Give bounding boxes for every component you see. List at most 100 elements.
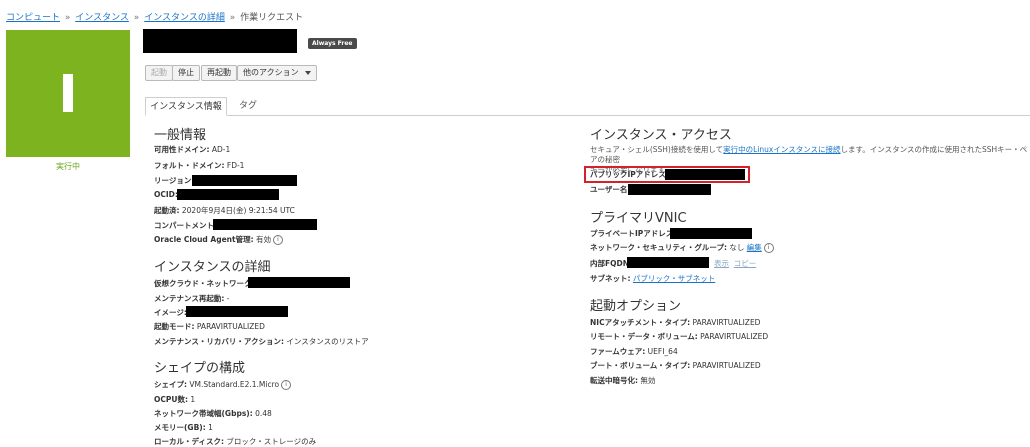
username-row: ユーザー名: <box>590 185 630 195</box>
nsg-label: ネットワーク・セキュリティ・グループ: <box>590 243 727 252</box>
ocpu-value: 1 <box>190 395 196 404</box>
availability-domain-row: 可用性ドメイン: AD-1 <box>154 145 230 155</box>
ocpu-label: OCPU数: <box>154 395 188 404</box>
instance-name-redacted <box>143 29 297 53</box>
bootvol-value: PARAVIRTUALIZED <box>692 361 761 370</box>
breadcrumb-separator: » <box>64 13 71 23</box>
fd-label: フォルト・ドメイン: <box>154 161 225 170</box>
tab-instance-info[interactable]: インスタンス情報 <box>145 97 227 116</box>
disk-value: ブロック・ストレージのみ <box>226 437 317 446</box>
fqdn-copy-link[interactable]: コピー <box>734 259 757 268</box>
instance-status-label: 実行中 <box>56 162 80 171</box>
ocid-redacted <box>177 189 279 200</box>
private-ip-row: プライベートIPアドレス: <box>590 229 676 239</box>
launch-options-heading: 起動オプション <box>590 299 682 314</box>
fw-label: ファームウェア: <box>590 347 646 356</box>
launched-value: 2020年9月4日(金) 9:21:54 UTC <box>181 206 295 215</box>
agent-row: Oracle Cloud Agent管理: 有効 i <box>154 235 283 245</box>
ocpu-row: OCPU数: 1 <box>154 395 195 405</box>
mem-label: メモリー(GB): <box>154 423 206 432</box>
chevron-down-icon <box>304 70 311 75</box>
nsg-row: ネットワーク・セキュリティ・グループ: なし 編集 i <box>590 243 774 253</box>
start-button[interactable]: 起動 <box>145 65 173 81</box>
breadcrumb-current: 作業リクエスト <box>240 13 304 23</box>
nsg-value: なし <box>729 243 745 252</box>
public-ip-label: パブリックIPアドレス: <box>590 170 669 179</box>
fault-domain-row: フォルト・ドメイン: FD-1 <box>154 161 244 171</box>
in-transit-encryption-row: 転送中暗号化: 無効 <box>590 376 655 386</box>
info-icon[interactable]: i <box>272 235 283 245</box>
ad-value: AD-1 <box>211 145 231 154</box>
reboot-button[interactable]: 再起動 <box>201 65 237 81</box>
compartment-redacted <box>213 219 317 230</box>
general-info-heading: 一般情報 <box>154 128 207 143</box>
tab-tags[interactable]: タグ <box>237 97 259 115</box>
recovery-value: インスタンスのリストア <box>286 337 369 346</box>
public-ip-row: パブリックIPアドレス: <box>590 170 669 180</box>
region-label: リージョン: <box>154 176 195 185</box>
image-redacted <box>186 306 288 317</box>
nic-attachment-row: NICアタッチメント・タイプ: PARAVIRTUALIZED <box>590 318 760 328</box>
subnet-row: サブネット: パブリック・サブネット <box>590 274 715 284</box>
launched-row: 起動済: 2020年9月4日(金) 9:21:54 UTC <box>154 206 295 216</box>
vcn-row: 仮想クラウド・ネットワーク: <box>154 279 255 289</box>
mode-value: PARAVIRTUALIZED <box>196 322 265 331</box>
nic-value: PARAVIRTUALIZED <box>692 318 761 327</box>
enc-label: 転送中暗号化: <box>590 376 638 385</box>
breadcrumb-separator: » <box>133 13 140 23</box>
tab-divider <box>145 115 1030 116</box>
bw-label: ネットワーク帯域幅(Gbps): <box>154 409 253 418</box>
breadcrumb-instance-details[interactable]: インスタンスの詳細 <box>144 13 225 23</box>
fqdn-show-link[interactable]: 表示 <box>714 259 729 268</box>
maint-label: メンテナンス再起動: <box>154 294 225 303</box>
nic-label: NICアタッチメント・タイプ: <box>590 318 691 327</box>
more-actions-label: 他のアクション <box>243 68 299 77</box>
compartment-row: コンパートメント: <box>154 221 217 231</box>
recovery-action-row: メンテナンス・リカバリ・アクション: インスタンスのリストア <box>154 337 369 347</box>
breadcrumb-separator: » <box>229 13 236 23</box>
more-actions-button[interactable]: 他のアクション <box>237 65 317 81</box>
always-free-badge: Always Free <box>308 38 357 49</box>
ocid-label: OCID: <box>154 190 178 199</box>
primary-vnic-heading: プライマリVNIC <box>590 211 687 226</box>
firmware-row: ファームウェア: UEFI_64 <box>590 347 678 357</box>
breadcrumb: コンピュート » インスタンス » インスタンスの詳細 » 作業リクエスト <box>6 10 303 23</box>
shape-config-heading: シェイプの構成 <box>154 361 246 376</box>
fd-value: FD-1 <box>226 161 245 170</box>
image-row: イメージ: <box>154 308 187 318</box>
boot-volume-type-row: ブート・ボリューム・タイプ: PARAVIRTUALIZED <box>590 361 761 371</box>
maintenance-reboot-row: メンテナンス再起動: - <box>154 294 229 304</box>
info-icon[interactable]: i <box>281 380 292 390</box>
stop-button[interactable]: 停止 <box>172 65 200 81</box>
shape-row: シェイプ: VM.Standard.E2.1.Micro i <box>154 380 292 390</box>
connect-linux-link[interactable]: 実行中のLinuxインスタンスに接続 <box>723 145 840 154</box>
image-label: イメージ: <box>154 308 187 317</box>
breadcrumb-instances[interactable]: インスタンス <box>75 13 129 23</box>
bw-value: 0.48 <box>255 409 272 418</box>
instance-details-heading: インスタンスの詳細 <box>154 260 271 275</box>
public-ip-redacted <box>665 169 745 180</box>
ad-label: 可用性ドメイン: <box>154 145 210 154</box>
private-ip-label: プライベートIPアドレス: <box>590 229 677 238</box>
launched-label: 起動済: <box>154 206 180 215</box>
instance-access-heading: インスタンス・アクセス <box>590 128 732 143</box>
region-row: リージョン: <box>154 176 194 186</box>
vcn-label: 仮想クラウド・ネットワーク: <box>154 279 255 288</box>
subnet-label: サブネット: <box>590 274 631 283</box>
agent-value: 有効 <box>255 235 271 244</box>
instance-letter-icon <box>63 74 73 112</box>
subnet-link[interactable]: パブリック・サブネット <box>633 274 715 283</box>
remote-label: リモート・データ・ボリューム: <box>590 332 698 341</box>
mem-value: 1 <box>208 423 213 432</box>
enc-value: 無効 <box>640 376 656 385</box>
info-icon[interactable]: i <box>763 243 774 253</box>
disk-label: ローカル・ディスク: <box>154 437 224 446</box>
maint-value: - <box>226 294 230 303</box>
breadcrumb-compute[interactable]: コンピュート <box>6 13 60 23</box>
nsg-edit-link[interactable]: 編集 <box>747 243 762 252</box>
fqdn-label: 内部FQDN: <box>590 259 633 268</box>
shape-label: シェイプ: <box>154 380 187 389</box>
region-redacted <box>192 175 297 186</box>
fqdn-actions: 表示 コピー <box>714 259 756 269</box>
bandwidth-row: ネットワーク帯域幅(Gbps): 0.48 <box>154 409 272 419</box>
